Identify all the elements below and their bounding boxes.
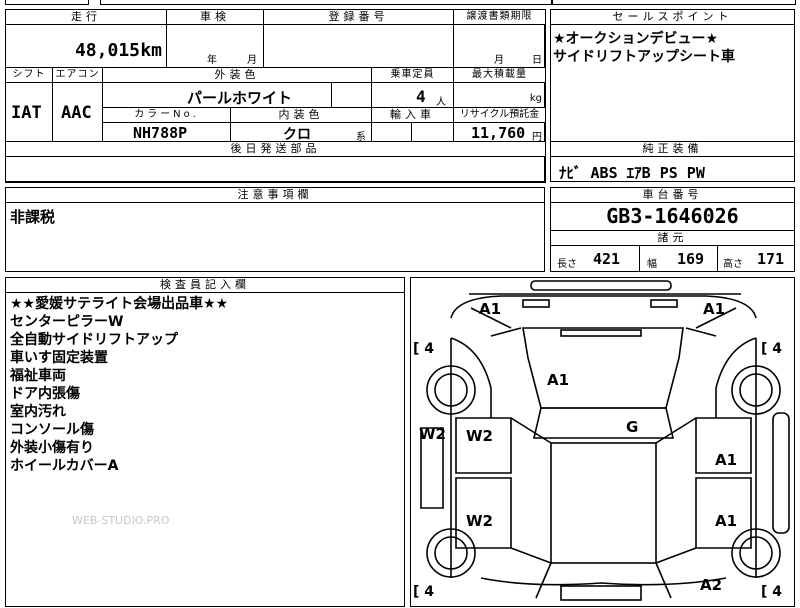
aircon-cell: AAC: [52, 82, 103, 142]
inspector-note: ★★愛媛サテライト会場出品車★★: [10, 296, 229, 312]
tire-mark-front-left: [ 4: [413, 341, 435, 357]
header-genuine-equipment: 純正装備: [550, 141, 795, 157]
header-import: 輸入車: [371, 107, 454, 123]
header-aircon: エアコン: [52, 67, 103, 83]
damage-mark-front-right: A1: [703, 300, 726, 318]
spec-width: 169: [677, 250, 705, 268]
header-color-no: カラーNo.: [102, 107, 231, 123]
damage-mark-hood: A1: [547, 371, 570, 389]
watermark: WEB-STUDIO.PRO: [72, 514, 170, 527]
color-no-value: NH788P: [133, 124, 188, 142]
transfer-deadline-cell: 月 日: [453, 24, 546, 68]
header-selling-points: セールスポイント: [550, 9, 795, 25]
header-max-load: 最大積載量: [453, 67, 546, 83]
damage-mark-right-rear-door: A1: [715, 512, 738, 530]
exterior-color-cell: パールホワイト: [102, 82, 332, 108]
header-transfer-deadline: 譲渡書類期限: [453, 9, 546, 25]
inspector-note: 外装小傷有り: [10, 440, 94, 456]
recycle-value: 11,760: [471, 124, 526, 142]
tire-mark-rear-left: [ 4: [413, 584, 435, 600]
header-chassis-number: 車台番号: [550, 187, 795, 203]
damage-mark-left-side-outer: W2: [419, 425, 446, 443]
aircon-value: AAC: [61, 103, 92, 123]
chassis-panel: 車台番号 GB3-1646026 諸元 長さ 421 幅 169 高さ 171: [550, 187, 795, 272]
mileage-value: 48,015: [74, 40, 140, 61]
chassis-number-value: GB3-1646026: [606, 204, 739, 228]
tire-mark-front-right: [ 4: [761, 341, 783, 357]
genuine-equipment-value: ﾅﾋﾞ ABS ｴｱB PS PW: [559, 164, 705, 182]
damage-mark-front-left: A1: [479, 300, 502, 318]
header-interior-color: 内装色: [230, 107, 372, 123]
shift-value: IAT: [11, 103, 42, 123]
inspector-note: ホイールカバーA: [10, 458, 119, 474]
selling-point-2: サイドリフトアップシート車: [553, 49, 735, 65]
header-notes: 注意事項欄: [5, 187, 545, 203]
header-registration: 登録番号: [263, 9, 454, 25]
selling-point-1: ★オークションデビュー★: [553, 31, 719, 47]
vehicle-info-grid: 走行 車検 登録番号 譲渡書類期限 48,015 km 年 月 月 日 シフト …: [5, 9, 546, 183]
damage-mark-roof: G: [626, 418, 639, 436]
interior-color-value: クロ: [283, 127, 311, 142]
notes-value: 非課税: [10, 208, 56, 226]
max-load-cell: kg: [453, 82, 546, 108]
header-mileage: 走行: [5, 9, 167, 25]
mileage-unit: km: [140, 40, 162, 61]
shift-cell: IAT: [5, 82, 53, 142]
damage-mark-left-rear-door: W2: [466, 512, 493, 530]
header-recycle: リサイクル預託金: [453, 107, 546, 123]
damage-mark-left-front-door: W2: [466, 427, 493, 445]
interior-color-cell: クロ 系: [230, 122, 372, 142]
inspector-note: 室内汚れ: [10, 404, 66, 420]
inspector-note: センターピラーW: [10, 314, 124, 330]
capacity-value: 4: [416, 87, 426, 106]
recycle-cell: 11,760 円: [453, 122, 546, 142]
inspector-notes-panel: 検査員記入欄 ★★愛媛サテライト会場出品車★★ センターピラーW 全自動サイドリ…: [5, 277, 405, 607]
header-inspection: 車検: [166, 9, 264, 25]
header-shift: シフト: [5, 67, 53, 83]
spec-height: 171: [757, 250, 785, 268]
inspector-note: コンソール傷: [10, 422, 94, 438]
tire-mark-rear-right: [ 4: [761, 584, 783, 600]
spec-length: 421: [593, 250, 621, 268]
inspector-note: 福祉車両: [10, 368, 66, 384]
header-capacity: 乗車定員: [371, 67, 454, 83]
mileage-cell: 48,015 km: [5, 24, 167, 68]
import-cell: [371, 122, 412, 142]
inspector-note: 車いす固定装置: [10, 350, 108, 366]
header-exterior-color: 外装色: [102, 67, 372, 83]
header-inspector-notes: 検査員記入欄: [5, 277, 405, 293]
damage-diagram: A1 A1 A1 G W2 W2 W2 A1 A1 A2 [ 4 [ 4 [ 4…: [410, 277, 795, 607]
selling-points-list: ★オークションデビュー★ サイドリフトアップシート車: [553, 30, 793, 66]
notes-panel: 注意事項欄 非課税: [5, 187, 545, 272]
inspector-note: ドア内張傷: [10, 386, 80, 402]
inspection-cell: 年 月: [166, 24, 264, 68]
exterior-color-value: パールホワイト: [187, 89, 293, 107]
top-strip: [0, 0, 800, 6]
inspector-note: 全自動サイドリフトアップ: [10, 332, 178, 348]
header-specs: 諸元: [550, 230, 795, 246]
damage-mark-rear-right: A2: [700, 576, 723, 594]
damage-mark-right-front-door: A1: [715, 451, 738, 469]
later-parts-cell: [5, 156, 546, 183]
header-later-parts: 後日発送部品: [5, 141, 546, 157]
color-no-cell: NH788P: [102, 122, 231, 142]
selling-points-panel: セールスポイント ★オークションデビュー★ サイドリフトアップシート車 純正装備…: [550, 9, 795, 182]
capacity-cell: 4 人: [371, 82, 454, 108]
registration-cell: [263, 24, 454, 68]
inspector-notes-list: ★★愛媛サテライト会場出品車★★ センターピラーW 全自動サイドリフトアップ 車…: [10, 295, 228, 475]
specs-row: 長さ 421 幅 169 高さ 171: [551, 246, 794, 272]
